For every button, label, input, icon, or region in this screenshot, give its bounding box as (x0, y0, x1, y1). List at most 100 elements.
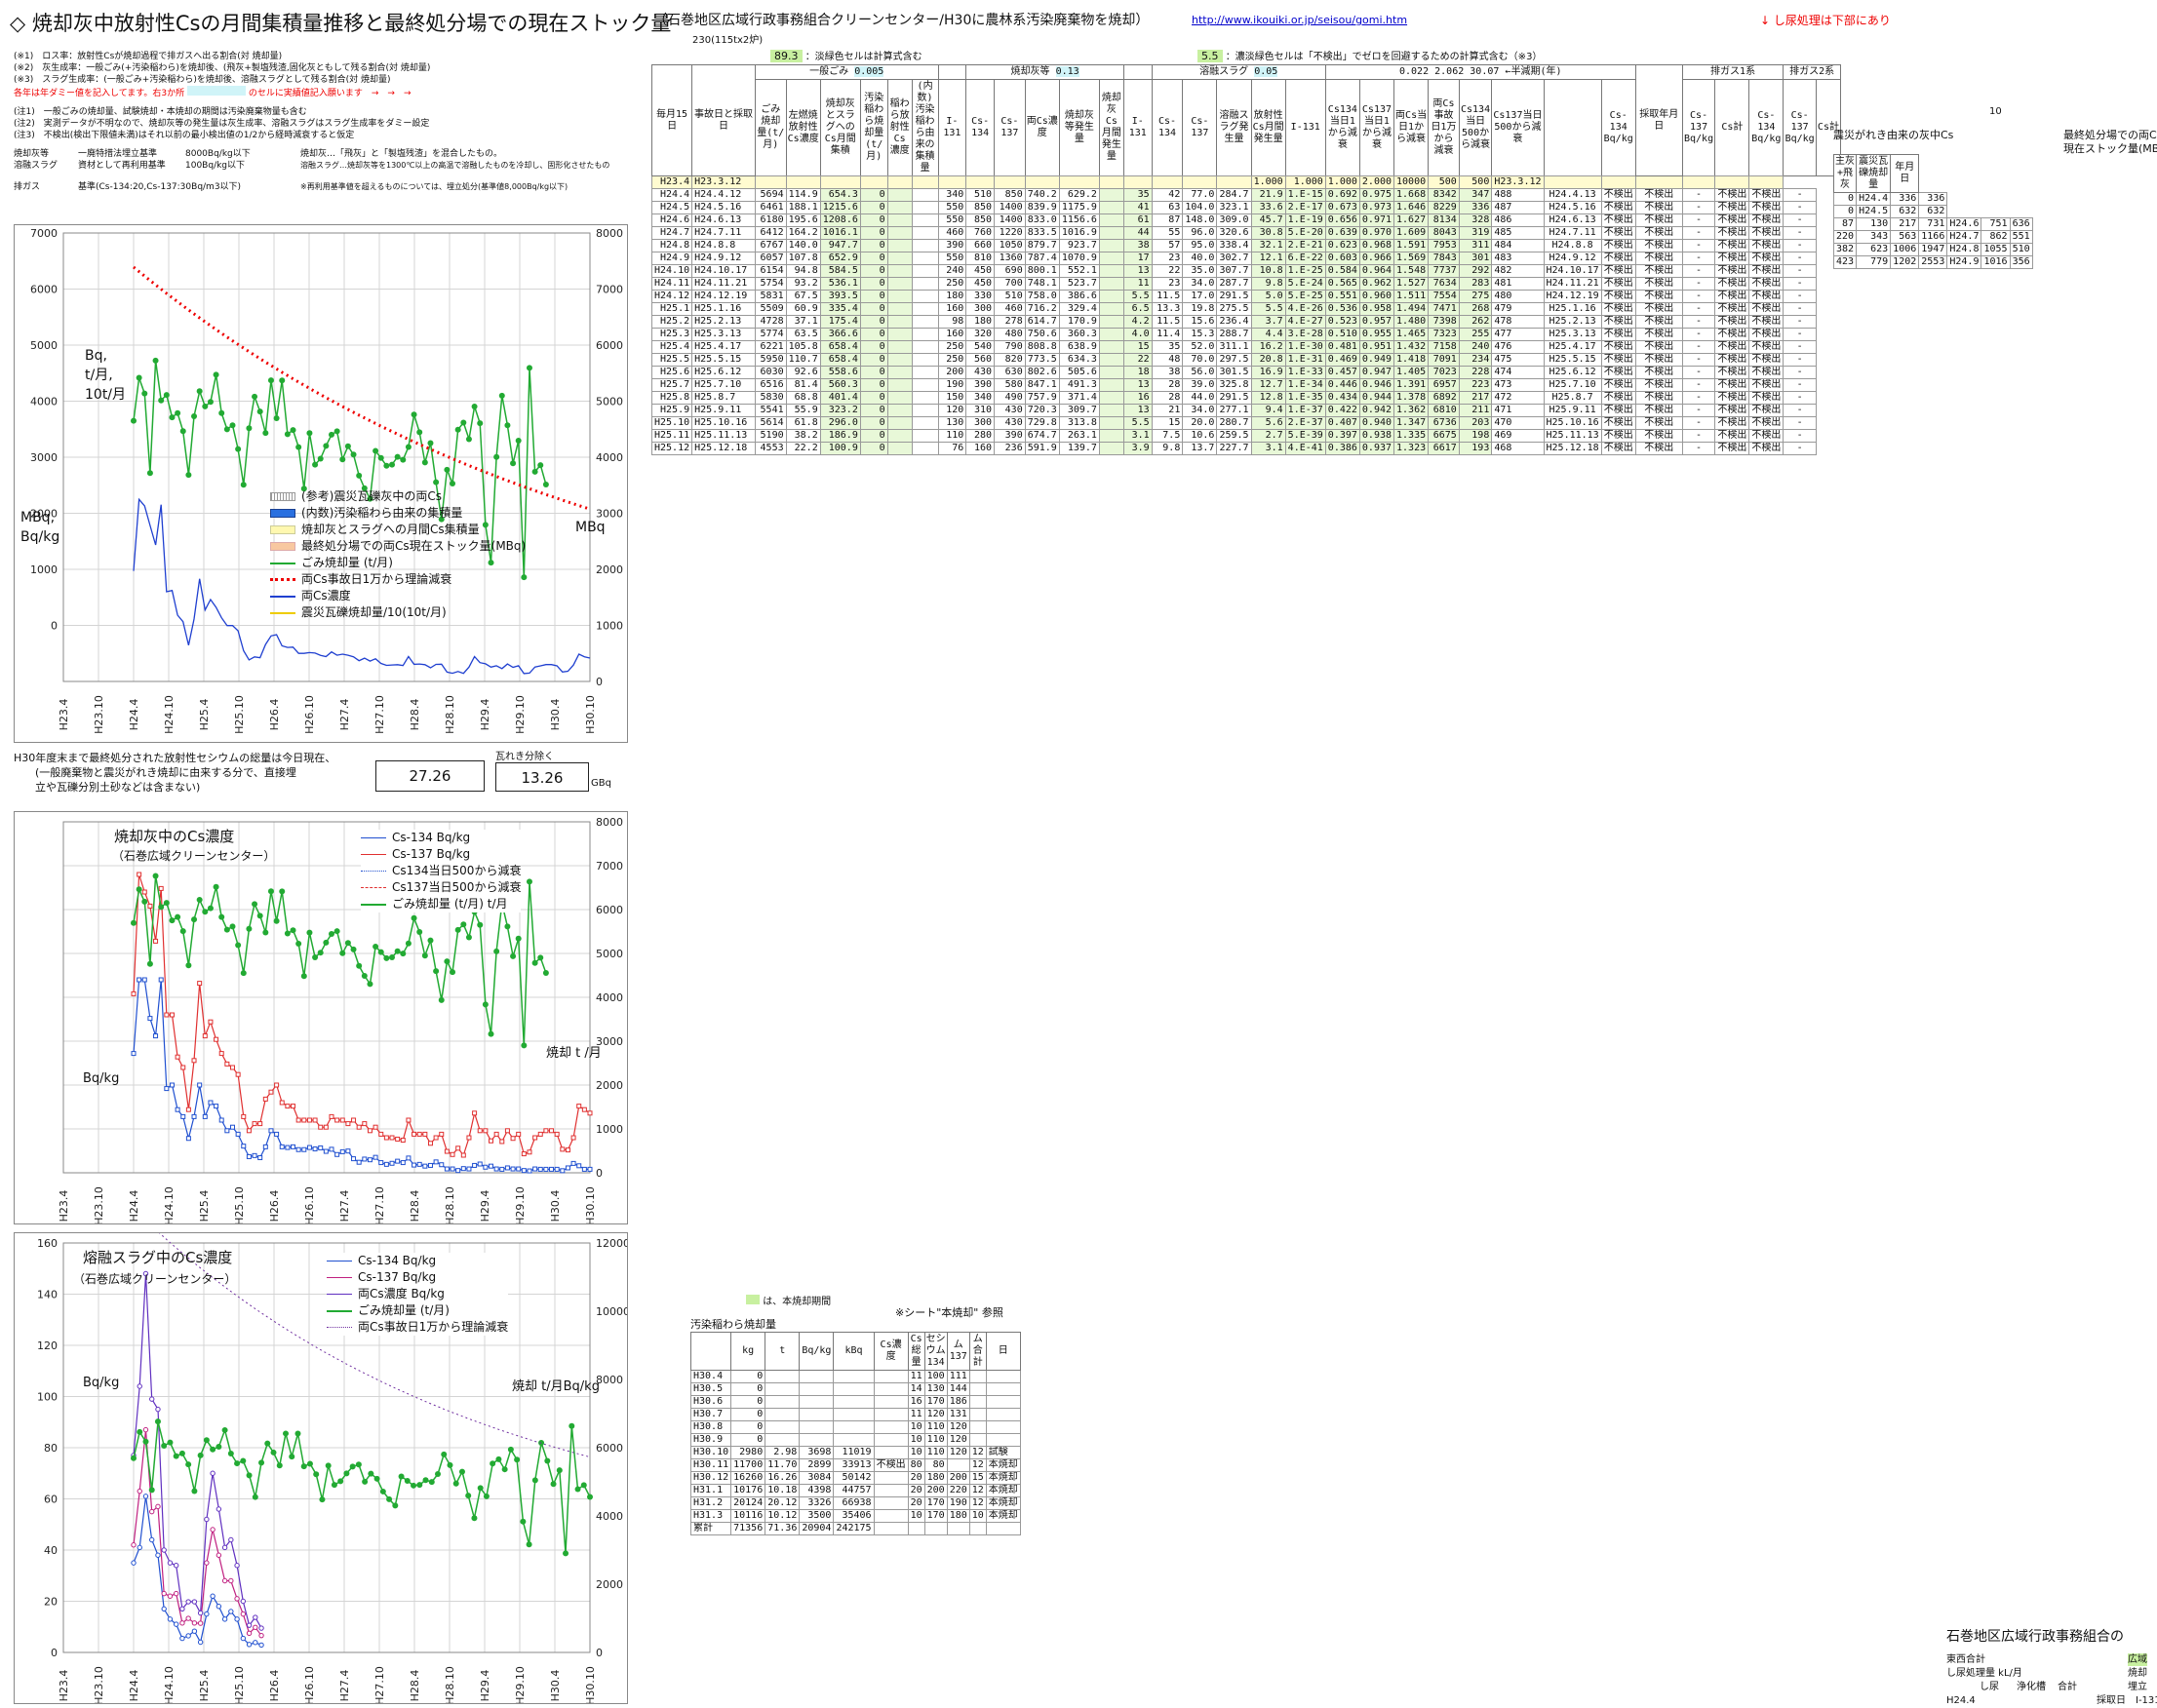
table-cell[interactable]: 217 (1458, 391, 1493, 405)
table-cell[interactable]: 328 (1458, 214, 1493, 227)
table-cell[interactable]: 1.323 (1393, 442, 1430, 455)
table-cell[interactable]: 1.591 (1393, 239, 1430, 252)
table-cell[interactable]: H24.4.13 (1543, 188, 1602, 202)
table-cell[interactable]: 12.1 (1250, 252, 1286, 265)
table-cell[interactable]: 0.469 (1324, 353, 1360, 367)
table-cell[interactable]: 297.5 (1216, 353, 1252, 367)
table-cell[interactable] (886, 214, 913, 227)
table-cell[interactable]: 57 (1151, 239, 1184, 252)
table-cell[interactable]: 277.1 (1216, 404, 1252, 417)
table-cell[interactable]: 15 (968, 1471, 987, 1485)
table-cell[interactable]: 0.407 (1324, 416, 1360, 430)
table-cell[interactable]: 296.0 (819, 416, 861, 430)
table-cell[interactable]: 393.5 (819, 290, 861, 303)
table-cell[interactable]: 1400 (994, 201, 1026, 214)
table-cell[interactable]: 不検出 (1714, 277, 1750, 291)
table-cell[interactable] (886, 366, 913, 379)
table-cell[interactable]: H24.6.13 (691, 214, 756, 227)
table-cell[interactable]: 160 (937, 328, 967, 341)
table-cell[interactable]: 22 (1151, 264, 1184, 278)
table-cell[interactable]: 0.944 (1358, 391, 1395, 405)
table-cell[interactable]: 1.527 (1393, 277, 1430, 291)
table-cell[interactable]: 1.480 (1393, 315, 1430, 329)
table-cell[interactable]: 50142 (833, 1471, 875, 1485)
table-cell[interactable]: H25.4.17 (691, 340, 756, 354)
table-cell[interactable]: 不検出 (1714, 442, 1750, 455)
table-cell[interactable]: - (1681, 264, 1716, 278)
table-cell[interactable]: - (1783, 302, 1817, 316)
table-cell[interactable]: 300 (965, 302, 996, 316)
table-cell[interactable]: 5.E-25 (1284, 290, 1326, 303)
table-cell[interactable] (1098, 175, 1124, 189)
table-cell[interactable]: 不検出 (1600, 366, 1636, 379)
table-cell[interactable]: H25.1.16 (691, 302, 756, 316)
table-cell[interactable]: 55.9 (785, 404, 821, 417)
table-cell[interactable]: 550 (937, 214, 967, 227)
table-cell[interactable]: 120 (946, 1433, 970, 1447)
table-cell[interactable]: 不検出 (1634, 201, 1683, 214)
table-cell[interactable]: 76 (937, 442, 967, 455)
table-cell[interactable]: H24.8.8 (691, 239, 756, 252)
table-cell[interactable]: 800.1 (1024, 264, 1060, 278)
table-cell[interactable] (886, 264, 913, 278)
table-cell[interactable]: 200 (946, 1471, 970, 1485)
table-cell[interactable]: H24.5.16 (691, 201, 756, 214)
table-cell[interactable] (873, 1446, 909, 1459)
table-cell[interactable]: 39.0 (1182, 378, 1218, 392)
table-cell[interactable]: 0.973 (1358, 201, 1395, 214)
table-cell[interactable] (911, 290, 939, 303)
table-cell[interactable]: 不検出 (1714, 239, 1750, 252)
table-cell[interactable]: 6675 (1428, 429, 1460, 443)
table-cell[interactable]: 820 (994, 353, 1026, 367)
table-cell[interactable]: 283 (1458, 277, 1493, 291)
table-cell[interactable] (911, 353, 939, 367)
table-cell[interactable]: 0 (859, 302, 888, 316)
table-cell[interactable]: 1360 (994, 252, 1026, 265)
table-cell[interactable]: H24.6.13 (1543, 214, 1602, 227)
table-cell[interactable] (765, 1395, 801, 1409)
table-cell[interactable] (911, 340, 939, 354)
table-cell[interactable]: 52.0 (1182, 340, 1218, 354)
table-cell[interactable]: 16.26 (765, 1471, 801, 1485)
table-cell[interactable]: 10.6 (1182, 429, 1218, 443)
table-cell[interactable] (911, 188, 939, 202)
table-cell[interactable]: 833.0 (1024, 214, 1060, 227)
table-cell[interactable]: 不検出 (1748, 442, 1784, 455)
table-cell[interactable] (886, 429, 913, 443)
table-cell[interactable]: 623 (1856, 243, 1892, 256)
table-cell[interactable] (1600, 175, 1636, 189)
table-cell[interactable]: 0.958 (1358, 302, 1395, 316)
table-cell[interactable] (1098, 429, 1124, 443)
table-cell[interactable]: 不検出 (1634, 366, 1683, 379)
table-cell[interactable]: 340 (965, 391, 996, 405)
table-cell[interactable]: 1070.9 (1058, 252, 1100, 265)
table-cell[interactable]: 60.9 (785, 302, 821, 316)
table-cell[interactable]: 2.7 (1250, 429, 1286, 443)
table-cell[interactable]: 1.627 (1393, 214, 1430, 227)
table-cell[interactable]: 18 (1122, 366, 1153, 379)
table-cell[interactable]: 323.1 (1216, 201, 1252, 214)
table-cell[interactable]: H24.5 (1856, 205, 1892, 218)
table-cell[interactable]: 469 (1491, 429, 1545, 443)
table-cell[interactable]: - (1783, 315, 1817, 329)
table-cell[interactable]: 5754 (754, 277, 787, 291)
table-cell[interactable] (873, 1509, 909, 1523)
table-cell[interactable]: 1.E-15 (1284, 188, 1326, 202)
table-cell[interactable]: 550 (937, 201, 967, 214)
table-cell[interactable]: 471 (1491, 404, 1545, 417)
table-cell[interactable] (985, 1433, 1021, 1447)
table-cell[interactable]: 不検出 (1634, 353, 1683, 367)
table-cell[interactable] (1098, 239, 1124, 252)
table-cell[interactable]: 320 (965, 328, 996, 341)
table-cell[interactable]: H23.4 (650, 175, 693, 189)
table-cell[interactable]: 40.0 (1182, 252, 1218, 265)
table-cell[interactable]: 6810 (1428, 404, 1460, 417)
table-cell[interactable]: 3500 (799, 1509, 835, 1523)
ratio-cell[interactable]: 0.05 (1254, 66, 1278, 77)
table-cell[interactable]: 12.7 (1250, 378, 1286, 392)
table-cell[interactable]: H24.7.11 (691, 226, 756, 240)
table-cell[interactable]: 6767 (754, 239, 787, 252)
table-cell[interactable]: H24.9.12 (1543, 252, 1602, 265)
table-cell[interactable]: 4.E-27 (1284, 315, 1326, 329)
table-cell[interactable]: 476 (1491, 340, 1545, 354)
